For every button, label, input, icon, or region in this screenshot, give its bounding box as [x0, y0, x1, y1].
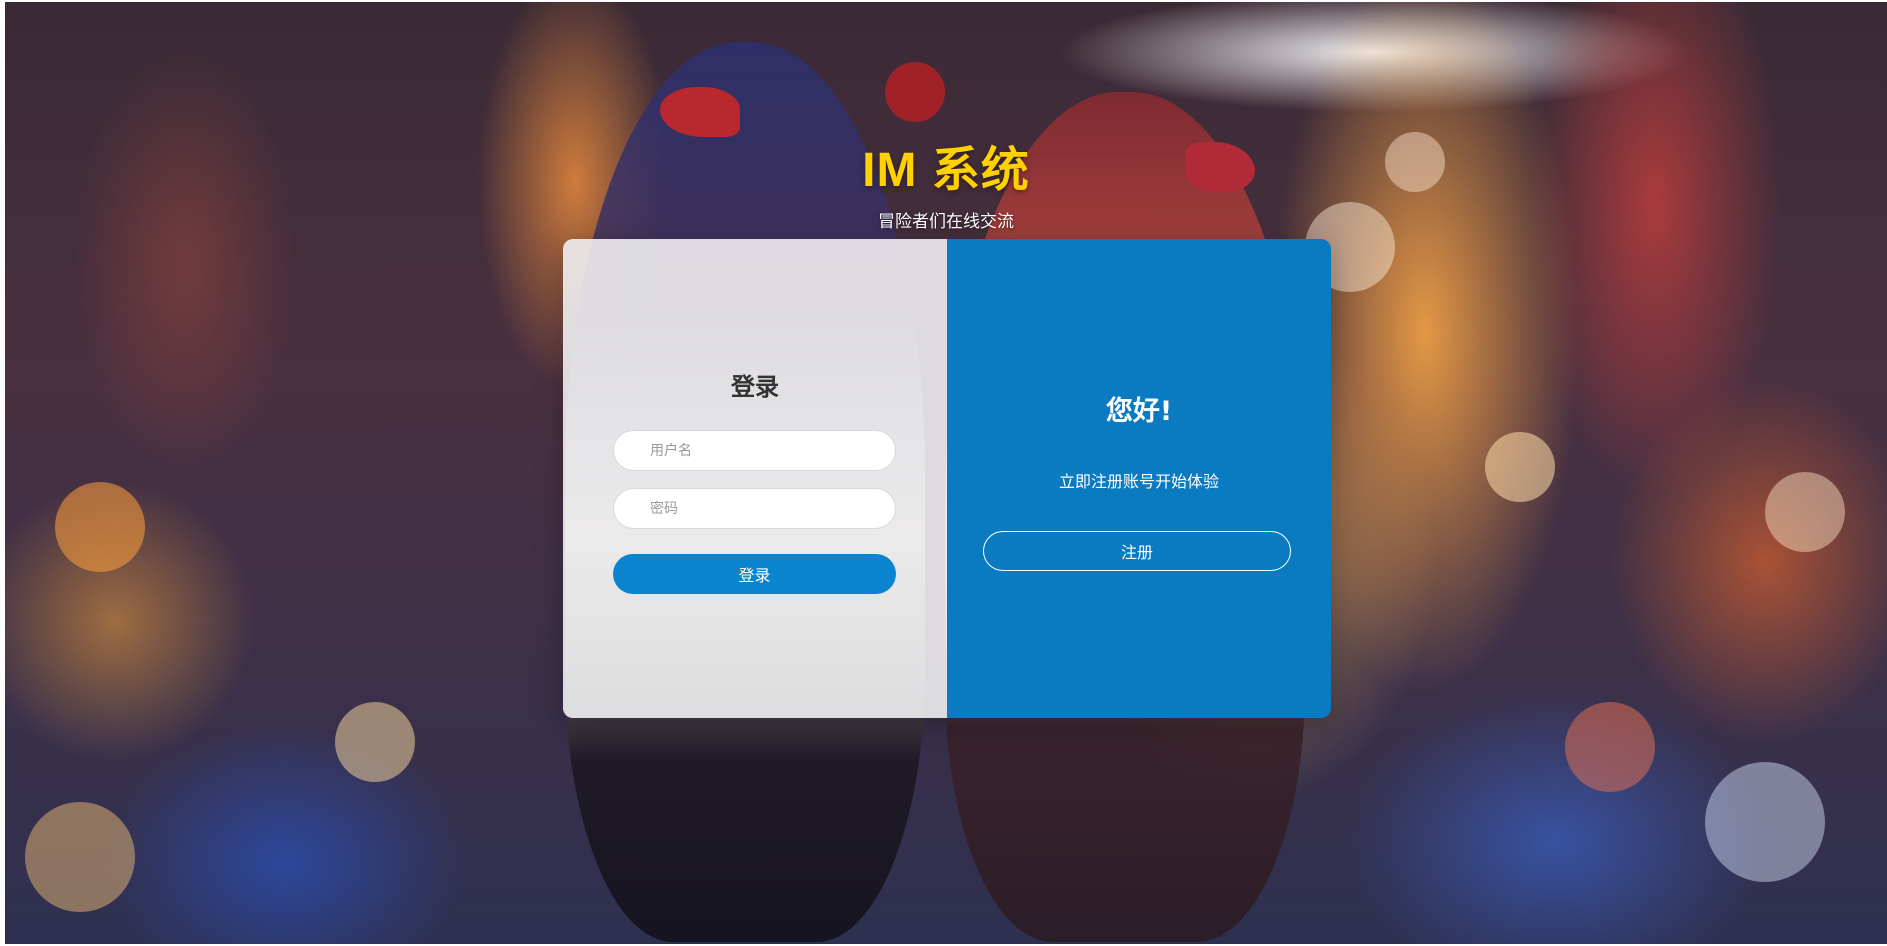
bokeh-light [55, 482, 145, 572]
bokeh-light [1565, 702, 1655, 792]
bokeh-light [25, 802, 135, 912]
login-panel: 登录 登录 [563, 239, 947, 718]
app-title: IM 系统 [862, 144, 1030, 197]
register-panel: 您好! 立即注册账号开始体验 注册 [947, 239, 1331, 718]
bokeh-light [1485, 432, 1555, 502]
login-title: 登录 [731, 373, 779, 401]
username-input[interactable] [614, 431, 895, 470]
login-button[interactable]: 登录 [613, 554, 896, 594]
password-input[interactable] [614, 489, 895, 528]
login-page: IM 系统 冒险者们在线交流 登录 登录 您好! 立即注册账号开始体验 注册 [5, 2, 1887, 944]
bokeh-light [1705, 762, 1825, 882]
welcome-text: 立即注册账号开始体验 [1058, 472, 1219, 491]
username-field-wrapper [613, 430, 896, 471]
password-field-wrapper [613, 488, 896, 529]
bokeh-light [335, 702, 415, 782]
horn-right [885, 62, 945, 122]
welcome-title: 您好! [1105, 396, 1173, 427]
bokeh-light [1765, 472, 1845, 552]
register-button[interactable]: 注册 [983, 531, 1291, 571]
app-subtitle: 冒险者们在线交流 [878, 212, 1014, 232]
auth-card: 登录 登录 您好! 立即注册账号开始体验 注册 [563, 239, 1331, 718]
